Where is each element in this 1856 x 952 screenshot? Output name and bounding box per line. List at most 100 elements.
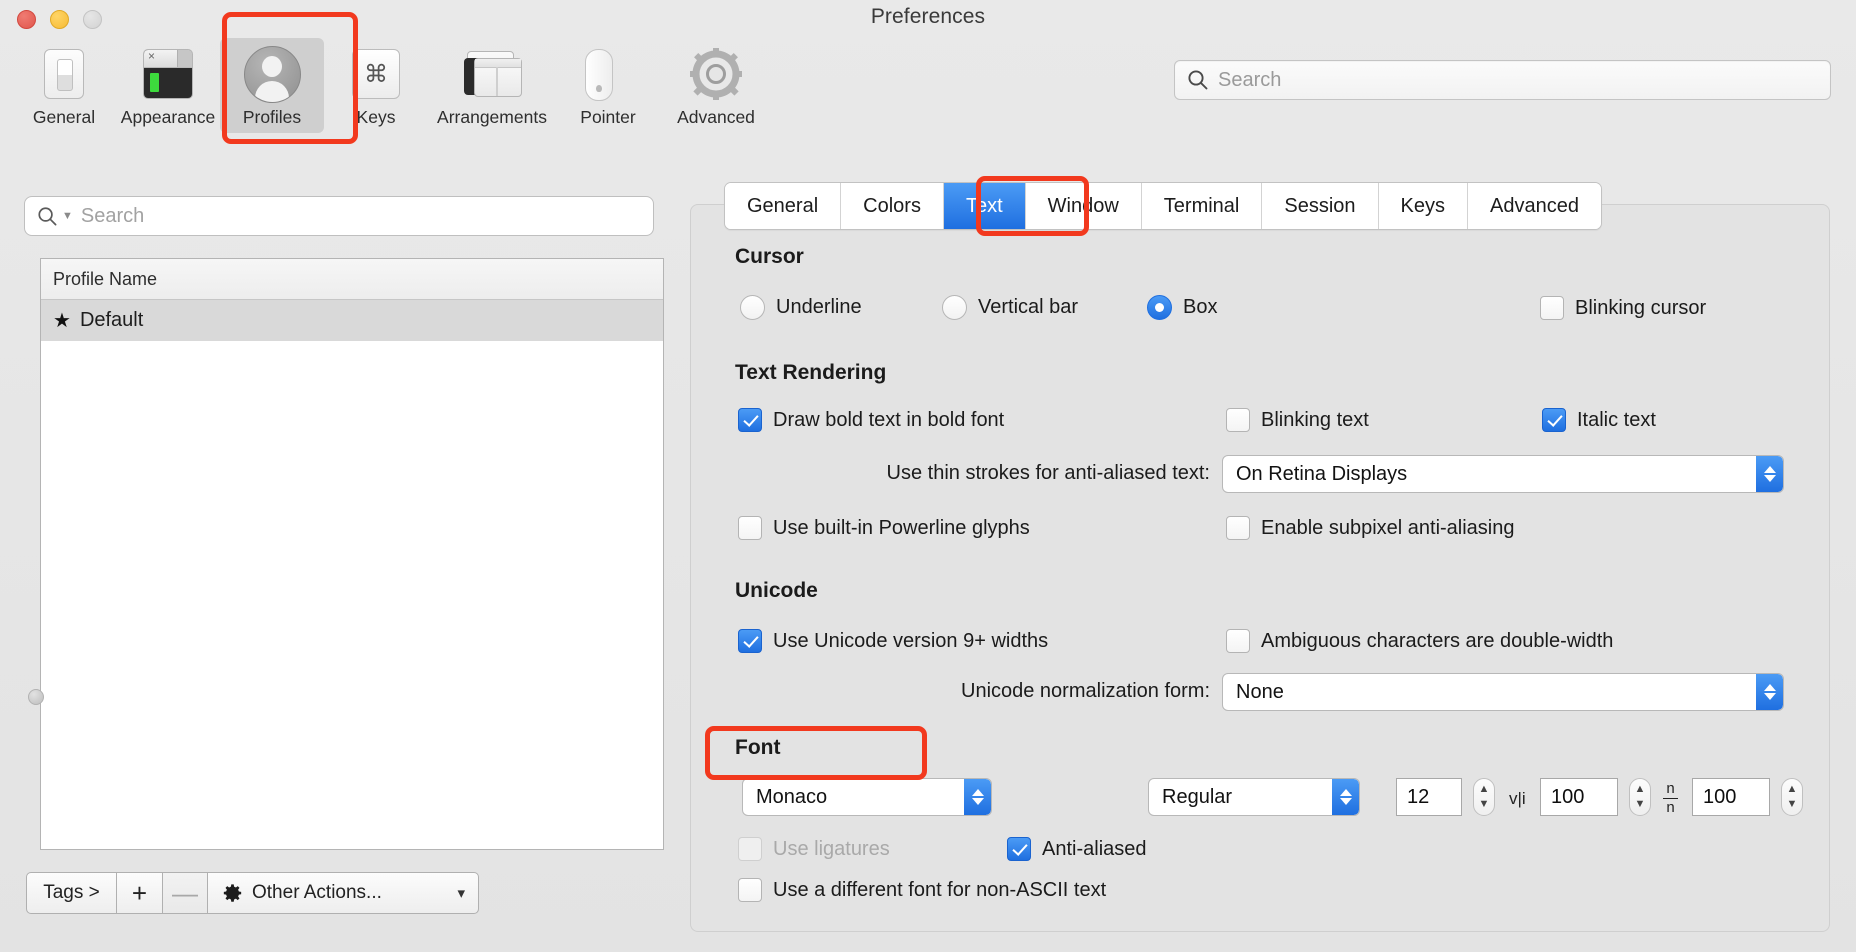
popup-arrows-icon — [1756, 674, 1783, 710]
anti-aliased-checkbox[interactable]: Anti-aliased — [1007, 837, 1147, 861]
window-title: Preferences — [0, 5, 1856, 29]
checkbox-label: Use Unicode version 9+ widths — [773, 630, 1048, 653]
table-header[interactable]: Profile Name — [41, 259, 663, 300]
stepper-up-icon[interactable]: ▲ — [1787, 784, 1798, 795]
stepper-up-icon[interactable]: ▲ — [1479, 784, 1490, 795]
toolbar-item-label: Advanced — [677, 107, 755, 128]
font-size-stepper[interactable]: ▲ ▼ — [1473, 778, 1495, 816]
use-ligatures-checkbox: Use ligatures — [738, 837, 890, 861]
blinking-text-checkbox[interactable]: Blinking text — [1226, 408, 1369, 432]
vertical-spacing-glyph-bottom: n — [1666, 800, 1674, 816]
vertical-spacing-icon: n n — [1663, 781, 1678, 816]
other-actions-button[interactable]: Other Actions... ▾ — [207, 872, 479, 914]
vertical-spacing-input[interactable]: 100 — [1692, 778, 1770, 816]
preferences-window: Preferences General Appearance Profiles — [0, 0, 1856, 952]
tab-window[interactable]: Window — [1026, 183, 1142, 229]
checkbox-indicator — [1540, 296, 1564, 320]
stepper-up-icon[interactable]: ▲ — [1635, 784, 1646, 795]
radio-label: Box — [1183, 296, 1217, 319]
sidebar-footer-toolbar: Tags > + — Other Actions... ▾ — [26, 872, 479, 914]
add-profile-button[interactable]: + — [117, 872, 163, 914]
draw-bold-checkbox[interactable]: Draw bold text in bold font — [738, 408, 1004, 432]
vertical-spacing-stepper[interactable]: ▲ ▼ — [1781, 778, 1803, 816]
tags-button[interactable]: Tags > — [26, 872, 117, 914]
cursor-radio-underline[interactable]: Underline — [740, 295, 862, 320]
thin-strokes-label: Use thin strokes for anti-aliased text: — [735, 462, 1210, 485]
checkbox-label: Enable subpixel anti-aliasing — [1261, 517, 1515, 540]
checkbox-indicator — [738, 516, 762, 540]
title-bar: Preferences — [0, 0, 1856, 38]
tab-keys[interactable]: Keys — [1379, 183, 1468, 229]
checkbox-indicator — [1226, 516, 1250, 540]
italic-text-checkbox[interactable]: Italic text — [1542, 408, 1656, 432]
unicode-normalization-value: None — [1236, 681, 1284, 704]
thin-strokes-popup[interactable]: On Retina Displays — [1222, 455, 1784, 493]
toolbar-item-general[interactable]: General — [12, 38, 116, 128]
toolbar-items: General Appearance Profiles ⌘ Keys — [12, 38, 772, 133]
tab-general[interactable]: General — [725, 183, 841, 229]
checkbox-indicator — [738, 629, 762, 653]
column-header-profile-name: Profile Name — [53, 269, 157, 290]
toolbar-item-label: Profiles — [243, 107, 301, 128]
checkbox-indicator — [1226, 408, 1250, 432]
ambiguous-double-width-checkbox[interactable]: Ambiguous characters are double-width — [1226, 629, 1613, 653]
section-title-font: Font — [735, 736, 780, 760]
toolbar-item-appearance[interactable]: Appearance — [116, 38, 220, 128]
vertical-spacing-value: 100 — [1703, 786, 1736, 809]
blinking-cursor-checkbox[interactable]: Blinking cursor — [1540, 296, 1706, 320]
toolbar-item-advanced[interactable]: Advanced — [660, 38, 772, 128]
radio-indicator — [942, 295, 967, 320]
tab-session[interactable]: Session — [1262, 183, 1378, 229]
stepper-down-icon[interactable]: ▼ — [1635, 799, 1646, 810]
vertical-spacing-glyph-top: n — [1666, 781, 1674, 797]
tab-colors[interactable]: Colors — [841, 183, 944, 229]
profile-name-cell: Default — [80, 309, 143, 332]
checkbox-label: Use ligatures — [773, 838, 890, 861]
sidebar-search-input[interactable]: ▼ Search — [24, 196, 654, 236]
tab-advanced[interactable]: Advanced — [1468, 183, 1601, 229]
cursor-radio-box[interactable]: Box — [1147, 295, 1217, 320]
toolbar-search-field[interactable]: Search — [1174, 60, 1831, 100]
cursor-radio-vertical-bar[interactable]: Vertical bar — [942, 295, 1078, 320]
font-family-popup[interactable]: Monaco — [742, 778, 992, 816]
chevron-down-icon[interactable]: ▼ — [62, 210, 73, 222]
search-icon — [1187, 69, 1209, 91]
subpixel-antialiasing-checkbox[interactable]: Enable subpixel anti-aliasing — [1226, 516, 1515, 540]
stepper-down-icon[interactable]: ▼ — [1479, 799, 1490, 810]
thin-strokes-value: On Retina Displays — [1236, 463, 1407, 486]
toolbar-item-pointer[interactable]: Pointer — [556, 38, 660, 128]
horizontal-spacing-stepper[interactable]: ▲ ▼ — [1629, 778, 1651, 816]
checkbox-label: Blinking cursor — [1575, 297, 1706, 320]
checkbox-indicator — [1542, 408, 1566, 432]
user-avatar-icon — [241, 43, 303, 105]
radio-label: Vertical bar — [978, 296, 1078, 319]
horizontal-spacing-input[interactable]: 100 — [1540, 778, 1618, 816]
command-key-icon: ⌘ — [345, 43, 407, 105]
section-title-unicode: Unicode — [735, 579, 818, 603]
font-style-popup[interactable]: Regular — [1148, 778, 1360, 816]
toolbar-item-profiles[interactable]: Profiles — [220, 38, 324, 133]
tab-text[interactable]: Text — [944, 183, 1026, 229]
table-row[interactable]: ★ Default — [41, 300, 663, 341]
toolbar-item-arrangements[interactable]: Arrangements — [428, 38, 556, 128]
checkbox-indicator — [738, 878, 762, 902]
horizontal-spacing-value: 100 — [1551, 786, 1584, 809]
gear-icon — [222, 883, 243, 904]
unicode-version9-checkbox[interactable]: Use Unicode version 9+ widths — [738, 629, 1048, 653]
profile-tab-bar: General Colors Text Window Terminal Sess… — [724, 182, 1602, 230]
font-style-value: Regular — [1162, 786, 1232, 809]
checkbox-label: Use built-in Powerline glyphs — [773, 517, 1030, 540]
stepper-down-icon[interactable]: ▼ — [1787, 799, 1798, 810]
unicode-normalization-popup[interactable]: None — [1222, 673, 1784, 711]
windows-icon — [461, 43, 523, 105]
search-icon — [37, 206, 58, 227]
non-ascii-font-checkbox[interactable]: Use a different font for non-ASCII text — [738, 878, 1106, 902]
display-icon — [33, 43, 95, 105]
tab-terminal[interactable]: Terminal — [1142, 183, 1263, 229]
remove-profile-button[interactable]: — — [163, 872, 207, 914]
font-size-input[interactable]: 12 — [1396, 778, 1462, 816]
split-pane-handle[interactable] — [28, 689, 44, 705]
powerline-glyphs-checkbox[interactable]: Use built-in Powerline glyphs — [738, 516, 1030, 540]
toolbar-item-keys[interactable]: ⌘ Keys — [324, 38, 428, 128]
gear-icon — [685, 43, 747, 105]
